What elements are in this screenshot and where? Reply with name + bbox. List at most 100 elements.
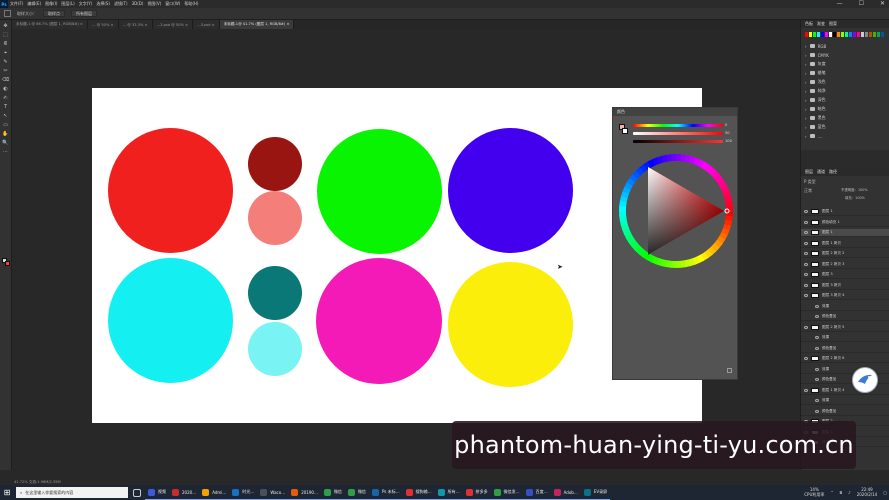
close-button[interactable]: ✕ [880,0,885,7]
document-canvas[interactable] [92,88,702,423]
eye-icon[interactable] [804,357,808,360]
panel-bg-swatch[interactable] [622,128,628,134]
color-swatch[interactable] [817,32,820,37]
swatch-folder[interactable]: › RGB [805,42,826,50]
color-swatch[interactable] [805,32,808,37]
color-swatch[interactable] [849,32,852,37]
document-tab[interactable]: …3.psd × [193,20,220,29]
color-swatch[interactable] [869,32,872,37]
color-swatch[interactable] [861,32,864,37]
layer-row[interactable]: 颜色填充 1 [801,219,889,227]
layer-row[interactable]: 图层 1 [801,229,889,237]
layer-filter[interactable]: P 类型 [804,180,816,184]
task-view-icon[interactable] [133,488,141,497]
tool-icon[interactable]: ✍ [2,94,10,101]
tool-icon[interactable]: ✥ [2,22,10,29]
eye-icon[interactable] [815,367,819,371]
eye-icon[interactable] [804,325,808,329]
taskbar-app[interactable]: 微信发… [490,485,523,500]
tool-icon[interactable]: ⌖ [2,49,10,56]
photoshop-logo-icon[interactable]: Ps [0,0,8,8]
eye-icon[interactable] [815,315,819,318]
swatches-tab[interactable]: 色板 [805,21,813,27]
taskbar-app[interactable]: 时光… [229,485,258,500]
avatar[interactable] [852,367,878,393]
menu-item[interactable]: 窗口(W) [163,1,182,7]
taskbar-app[interactable]: 2020… [169,485,200,500]
eye-icon[interactable] [804,210,808,213]
eye-icon[interactable] [804,231,808,234]
clock[interactable]: 22:49 2020/2/14 [857,487,878,497]
hue-slider[interactable] [633,124,723,127]
taskbar-app[interactable]: 微信 [320,485,345,500]
layers-tab[interactable]: 路径 [829,169,837,175]
eye-icon[interactable] [815,409,819,413]
layers-tab[interactable]: 图层 [805,169,813,175]
color-swatch[interactable] [813,32,816,37]
swatch-folder[interactable]: › 暗色 [805,105,826,113]
menu-item[interactable]: 文字(Y) [77,1,95,7]
background-color-swatch[interactable] [5,261,10,266]
layer-row[interactable]: 效果 [801,303,889,311]
taskbar-search-box[interactable]: ⌕ 在这里输入你要搜索的内容 [16,487,128,498]
layer-row[interactable]: 图层 2 拷贝 5 [801,324,889,332]
eyedropper-tool-icon[interactable] [4,10,11,17]
taskbar-app[interactable]: 搜狗输… [402,485,435,500]
sample-layers-select[interactable]: 所有图层 [71,10,97,17]
color-swatch[interactable] [845,32,848,37]
eye-icon[interactable] [804,294,808,297]
eye-icon[interactable] [804,252,808,255]
eye-icon[interactable] [815,336,819,339]
eye-icon[interactable] [804,283,808,287]
taskbar-app[interactable]: 拼多多 [462,485,491,500]
swatch-folder[interactable]: › 蓝色 [805,123,826,131]
tool-icon[interactable]: ᓬ [2,40,10,47]
color-swatch[interactable] [825,32,828,37]
swatch-folder[interactable]: › CMYK [805,51,829,59]
layer-row[interactable]: 图层 3 拷贝 [801,282,889,290]
swatches-tab[interactable]: 图案 [829,21,837,27]
tool-icon[interactable]: ⌫ [2,76,10,83]
color-swatch[interactable] [833,32,836,37]
eye-icon[interactable] [804,388,808,392]
document-tab[interactable]: 未标题-1 @ 66.7% (图层 1, RGB/8#) × [12,20,88,29]
menu-item[interactable]: 文件(F) [8,1,25,7]
tray-chevron-icon[interactable]: ⌃ [830,490,833,495]
layer-row[interactable]: 图层 1 拷贝 4 [801,387,889,395]
layer-row[interactable]: 图层 1 拷贝 [801,240,889,248]
tool-icon[interactable]: ↖ [2,112,10,119]
swatch-folder[interactable]: › 灰度 [805,60,826,68]
color-swatch[interactable] [841,32,844,37]
eye-icon[interactable] [815,304,819,308]
swatch-folder[interactable]: › 深色 [805,96,826,104]
layer-row[interactable]: 图层 1 [801,208,889,216]
color-swatch[interactable] [881,32,884,37]
fill-field[interactable]: 填充：100% [845,196,865,200]
layers-tab[interactable]: 通道 [817,169,825,175]
eye-icon[interactable] [815,346,819,350]
panel-menu-icon[interactable] [727,368,732,373]
color-swatch[interactable] [853,32,856,37]
color-swatch[interactable] [865,32,868,37]
menu-item[interactable]: 滤镜(T) [112,1,130,7]
layer-row[interactable]: 图层 2 拷贝 2 [801,250,889,258]
document-tab[interactable]: … @ 33.3% × [118,20,153,29]
swatch-folder[interactable]: › 浅色 [805,78,826,86]
swatch-folder[interactable]: › 纯净 [805,87,826,95]
taskbar-app[interactable]: 20190… [288,485,321,500]
tool-icon[interactable]: 🔍 [2,139,10,146]
document-tab[interactable]: … @ 50% × [87,20,119,29]
brightness-slider[interactable] [633,140,723,143]
eye-icon[interactable] [804,262,808,266]
notification-icon[interactable]: ▢ [883,490,887,495]
layer-row[interactable]: 图层 2 拷贝 6 [801,355,889,363]
tool-icon[interactable]: ◐ [2,85,10,92]
tool-icon[interactable]: T [2,103,10,110]
menu-item[interactable]: 编辑(E) [25,1,43,7]
eye-icon[interactable] [804,273,808,276]
tool-icon[interactable]: ⋯ [2,148,10,155]
layer-row[interactable]: 效果 [801,397,889,405]
color-swatch[interactable] [837,32,840,37]
tool-icon[interactable]: ✋ [2,130,10,137]
color-swatch[interactable] [821,32,824,37]
